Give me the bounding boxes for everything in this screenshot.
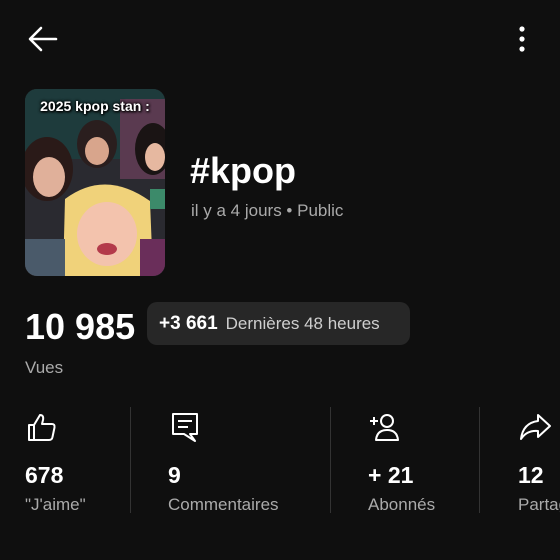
short-meta: il y a 4 jours • Public — [191, 201, 344, 220]
thumbs-up-icon — [28, 414, 56, 441]
views-delta-label: Dernières 48 heures — [225, 313, 380, 333]
stat-divider — [330, 407, 331, 513]
stat-shares-label: Partages — [518, 495, 560, 514]
video-thumbnail[interactable]: 2025 kpop stan : — [25, 89, 165, 276]
stat-likes[interactable]: 678 "J'aime" — [25, 405, 125, 515]
more-options-button[interactable] — [506, 22, 538, 56]
views-label: Vues — [25, 358, 64, 377]
views-count: 10 985 — [25, 306, 136, 347]
share-icon — [520, 414, 551, 440]
thumbnail-image — [25, 89, 165, 276]
stat-divider — [479, 407, 480, 513]
short-title: #kpop — [190, 150, 297, 191]
arrow-left-icon — [28, 26, 58, 52]
stat-subscribers-value: + 21 — [368, 462, 414, 488]
stat-shares[interactable]: 12 Partages — [518, 405, 560, 515]
stat-likes-value: 678 — [25, 462, 64, 488]
stat-divider — [130, 407, 131, 513]
comment-icon — [172, 413, 198, 442]
add-subscriber-icon — [370, 414, 399, 441]
top-bar — [0, 0, 560, 78]
back-button[interactable] — [24, 22, 62, 56]
stat-likes-label: "J'aime" — [25, 495, 86, 514]
stat-comments[interactable]: 9 Commentaires — [168, 405, 318, 515]
stat-subscribers-label: Abonnés — [368, 495, 436, 514]
stat-comments-label: Commentaires — [168, 495, 279, 514]
views-delta-value: +3 661 — [159, 312, 218, 334]
thumbnail-caption: 2025 kpop stan : — [40, 98, 150, 114]
views-delta-pill: +3 661 Dernières 48 heures — [147, 302, 410, 345]
more-vertical-icon — [519, 26, 525, 52]
stat-shares-value: 12 — [518, 462, 544, 488]
stat-comments-value: 9 — [168, 462, 181, 488]
stat-subscribers[interactable]: + 21 Abonnés — [368, 405, 468, 515]
